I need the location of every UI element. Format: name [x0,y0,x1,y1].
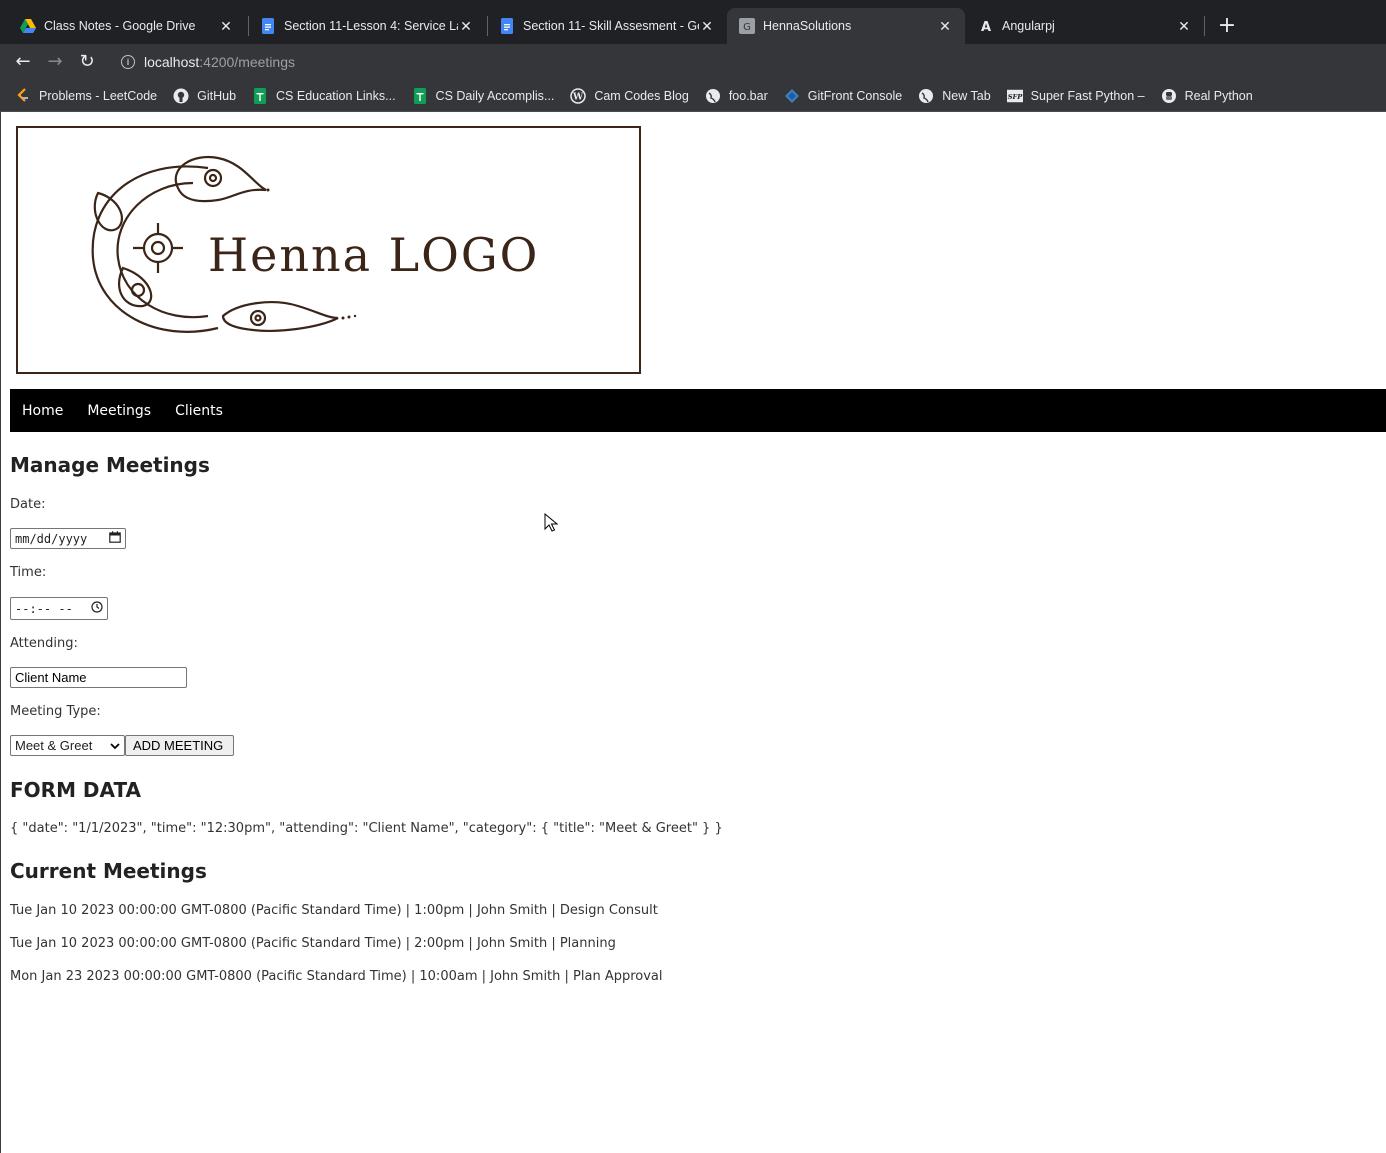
bookmark-label: Problems - LeetCode [39,88,158,103]
new-tab-plus-icon[interactable]: + [1214,14,1240,40]
sheets-icon [252,87,268,104]
bookmark-gitfront[interactable]: GitFront Console [784,88,902,104]
close-icon[interactable]: ✕ [218,18,234,35]
svg-text:W: W [572,92,584,102]
form-data-json: { "date": "1/1/2023", "time": "12:30pm",… [10,821,723,836]
forward-arrow-icon[interactable]: → [43,50,67,74]
leetcode-icon [15,87,31,104]
google-drive-icon [20,18,36,34]
bookmark-new-tab[interactable]: New Tab [918,88,991,104]
date-label: Date: [10,497,46,512]
bookmark-label: Real Python [1184,88,1253,103]
reload-icon[interactable]: ↻ [75,50,99,74]
time-placeholder: --:-- -- [15,601,73,616]
nav-home-link[interactable]: Home [22,403,63,419]
meeting-type-value: Meet & Greet [15,738,93,753]
manage-meetings-heading: Manage Meetings [10,453,210,477]
close-icon[interactable]: ✕ [1176,18,1192,35]
calendar-icon[interactable] [109,531,121,546]
browser-toolbar: ← → ↻ i localhost:4200/meetings [0,44,1386,80]
bookmark-leetcode[interactable]: Problems - LeetCode [15,87,158,104]
bookmark-label: Cam Codes Blog [594,88,689,103]
sfp-icon: SFP [1006,88,1023,104]
bookmark-label: CS Education Links... [276,88,396,103]
tab-title: Section 11- Skill Assesment - Goo [523,19,699,33]
meeting-type-label: Meeting Type: [10,704,101,719]
google-docs-icon [260,18,276,34]
attending-label: Attending: [10,636,78,651]
tab-title: Class Notes - Google Drive [44,19,196,33]
tab-title: HennaSolutions [763,19,852,33]
bookmark-github[interactable]: GitHub [173,88,236,104]
bookmark-foobar[interactable]: foo.bar [705,88,768,104]
browser-tab-strip: Class Notes - Google Drive ✕ Section 11-… [0,0,1386,50]
bookmarks-bar: Problems - LeetCode GitHub CS Education … [0,80,1386,112]
back-arrow-icon[interactable]: ← [11,50,35,74]
date-input[interactable]: mm/dd/yyyy [10,528,126,549]
close-icon[interactable]: ✕ [458,18,474,35]
main-nav-bar: Home Meetings Clients [10,389,1386,432]
bookmark-super-fast-python[interactable]: SFP Super Fast Python – [1006,88,1145,104]
github-icon [173,88,189,104]
bookmark-label: foo.bar [728,88,768,103]
tab-skill-assessment[interactable]: Section 11- Skill Assesment - Goo ✕ [487,8,727,44]
add-meeting-button[interactable]: ADD MEETING [125,735,234,756]
logo-text: Henna LOGO [208,228,540,282]
form-data-heading: FORM DATA [10,778,142,802]
meeting-list-item: Mon Jan 23 2023 00:00:00 GMT-0800 (Pacif… [10,969,663,984]
bookmark-label: New Tab [942,88,991,103]
angular-icon: A [978,18,994,34]
tab-title: Section 11-Lesson 4: Service Laye [284,19,458,33]
tab-class-notes[interactable]: Class Notes - Google Drive ✕ [8,8,246,44]
url-path: :4200/meetings [199,54,295,70]
tab-angularpj[interactable]: A Angularpj ✕ [966,8,1204,44]
bookmark-cam-codes[interactable]: W Cam Codes Blog [570,87,689,104]
nav-clients-link[interactable]: Clients [175,403,223,419]
close-icon[interactable]: ✕ [937,18,953,35]
google-docs-icon [499,18,515,34]
page-viewport: Henna LOGO Home Meetings Clients Manage … [0,112,1386,1153]
mouse-cursor-icon [544,513,558,532]
globe-icon [918,88,934,104]
python-icon [1161,88,1177,104]
close-icon[interactable]: ✕ [699,18,715,35]
date-placeholder: mm/dd/yyyy [15,531,88,546]
bookmark-label: GitFront Console [807,88,903,103]
meeting-list-item: Tue Jan 10 2023 00:00:00 GMT-0800 (Pacif… [10,903,658,918]
wordpress-icon: W [570,87,587,104]
bookmark-label: GitHub [197,88,237,103]
nav-meetings-link[interactable]: Meetings [87,403,151,419]
site-info-icon[interactable]: i [121,55,135,69]
time-label: Time: [10,565,47,580]
attending-input[interactable]: Client Name [10,667,187,688]
bookmark-label: Super Fast Python – [1030,88,1145,103]
meeting-type-select[interactable]: Meet & Greet [10,735,125,756]
bookmark-cs-education[interactable]: CS Education Links... [252,87,396,104]
url-host: localhost [144,54,200,70]
svg-text:G: G [743,22,751,33]
gitfront-icon [784,88,800,104]
tab-separator [1204,16,1205,36]
bookmark-real-python[interactable]: Real Python [1161,88,1253,104]
globe-icon [705,88,721,104]
henna-logo: Henna LOGO [16,126,641,374]
current-meetings-heading: Current Meetings [10,859,207,883]
address-bar[interactable]: i localhost:4200/meetings [110,48,1380,76]
tab-title: Angularpj [1002,19,1055,33]
bookmark-cs-daily[interactable]: CS Daily Accomplis... [412,87,555,104]
clock-icon[interactable] [91,601,103,616]
tab-service-layer[interactable]: Section 11-Lesson 4: Service Laye ✕ [248,8,486,44]
meeting-list-item: Tue Jan 10 2023 00:00:00 GMT-0800 (Pacif… [10,936,616,951]
bookmark-label: CS Daily Accomplis... [435,88,555,103]
time-input[interactable]: --:-- -- [10,597,108,620]
chevron-down-icon [110,738,120,753]
sheets-icon [412,87,428,104]
svg-text:SFP: SFP [1007,93,1022,101]
angular-app-icon: G [739,18,755,34]
svg-text:A: A [981,20,991,33]
